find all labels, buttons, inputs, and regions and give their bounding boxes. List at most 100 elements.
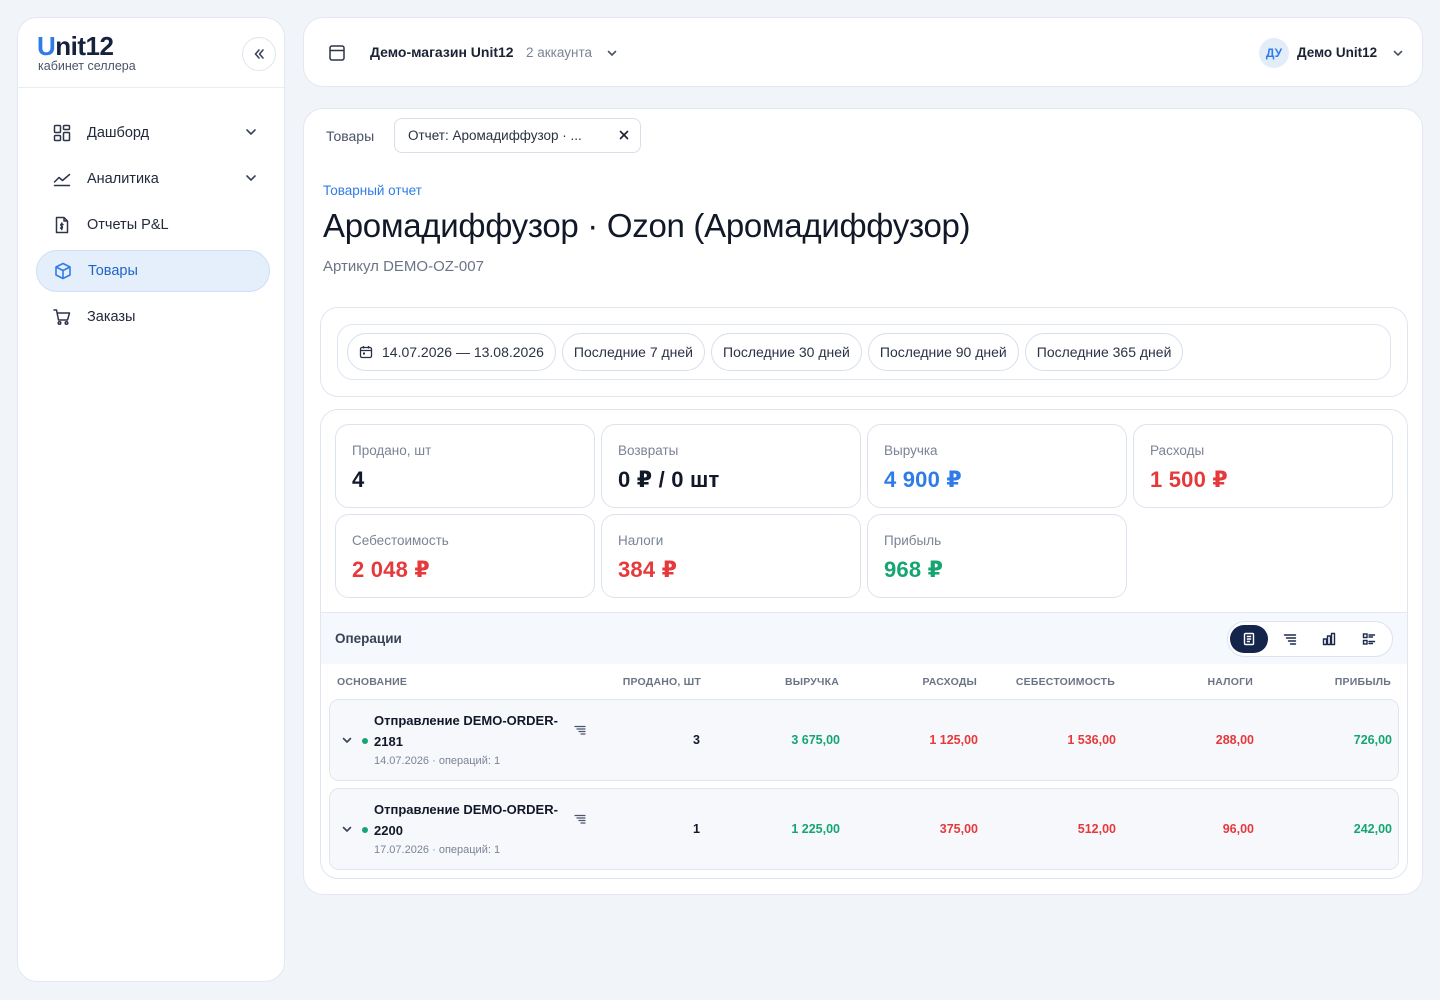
stat-label: Прибыль (884, 533, 942, 548)
cell-expenses: 1 125,00 (929, 733, 978, 747)
cell-profit: 242,00 (1353, 822, 1392, 836)
cell-cost: 512,00 (1077, 822, 1116, 836)
cell-revenue: 1 225,00 (791, 822, 840, 836)
avatar[interactable]: ДУ (1259, 38, 1289, 68)
shop-selector[interactable]: Демо-магазин Unit12 (370, 44, 514, 60)
stat-taxes: Налоги 384 ₽ (601, 514, 861, 598)
bar-chart-icon (1322, 632, 1336, 646)
stats-card: Продано, шт 4 Возвраты 0 ₽ / 0 шт Выручк… (320, 409, 1408, 879)
date-range-picker[interactable]: 14.07.2026 — 13.08.2026 (347, 333, 556, 371)
box-icon (53, 261, 73, 281)
stat-value: 1 500 ₽ (1150, 467, 1228, 492)
brand: Unit12 кабинет селлера (18, 18, 284, 88)
breadcrumb[interactable]: Товарный отчет (323, 183, 422, 198)
row-meta: 17.07.2026 · операций: 1 (374, 844, 501, 856)
column-revenue[interactable]: Выручка (785, 676, 839, 688)
report-icon (52, 215, 72, 235)
tab-label: Отчет: Аромадиффузор · ... (408, 128, 582, 143)
stat-returns: Возвраты 0 ₽ / 0 шт (601, 424, 861, 508)
sidebar-item-label: Отчеты P&L (87, 217, 169, 233)
status-dot (362, 738, 368, 744)
product-sku: Артикул DEMO-OZ-007 (323, 258, 484, 275)
cell-profit: 726,00 (1353, 733, 1392, 747)
logo[interactable]: Unit12 (37, 32, 114, 60)
column-basis[interactable]: Основание (337, 676, 407, 688)
date-filters-bar: 14.07.2026 — 13.08.2026 Последние 7 дней… (337, 324, 1391, 380)
chevron-down-icon[interactable] (606, 47, 618, 59)
chevron-down-icon[interactable] (1392, 47, 1404, 59)
stat-value: 4 (352, 467, 365, 492)
operations-title: Операции (335, 631, 402, 646)
view-chart-button[interactable] (1310, 625, 1348, 653)
stat-label: Налоги (618, 533, 664, 548)
stat-label: Продано, шт (352, 443, 432, 458)
stat-value: 2 048 ₽ (352, 557, 430, 582)
cell-revenue: 3 675,00 (791, 733, 840, 747)
status-dot (362, 827, 368, 833)
table-row[interactable]: Отправление DEMO-ORDER-2200 17.07.2026 ·… (329, 788, 1399, 870)
row-title: Отправление DEMO-ORDER-2200 (374, 802, 558, 838)
stat-value: 4 900 ₽ (884, 467, 962, 492)
accounts-count[interactable]: 2 аккаунта (526, 45, 592, 60)
chevron-down-icon (244, 125, 258, 139)
chevron-down-icon[interactable] (341, 823, 353, 835)
stat-value: 384 ₽ (618, 557, 678, 582)
view-checklist-button[interactable] (1350, 625, 1388, 653)
sidebar-item-products[interactable]: Товары (36, 250, 270, 292)
stat-revenue: Выручка 4 900 ₽ (867, 424, 1127, 508)
column-expenses[interactable]: Расходы (922, 676, 977, 688)
sidebar-nav: Дашборд Аналитика Отчеты P&L Товары Зака… (36, 112, 270, 342)
list-tree-icon (1283, 634, 1297, 645)
sidebar-item-dashboard[interactable]: Дашборд (36, 112, 270, 154)
view-tree-button[interactable] (1271, 625, 1309, 653)
stat-label: Себестоимость (352, 533, 449, 548)
tab-product-report[interactable]: Отчет: Аромадиффузор · ... (394, 118, 641, 153)
cell-expenses: 375,00 (939, 822, 978, 836)
table-row[interactable]: Отправление DEMO-ORDER-2181 14.07.2026 ·… (329, 699, 1399, 781)
details-list-icon[interactable] (574, 813, 586, 825)
main-content: Товары Отчет: Аромадиффузор · ... Товарн… (303, 108, 1423, 895)
logo-subtitle: кабинет селлера (38, 59, 136, 73)
sidebar-item-orders[interactable]: Заказы (36, 296, 270, 338)
stat-label: Расходы (1150, 443, 1205, 458)
column-profit[interactable]: Прибыль (1335, 676, 1391, 688)
chevron-down-icon[interactable] (341, 734, 353, 746)
close-icon[interactable] (618, 129, 630, 141)
cart-icon (52, 307, 72, 327)
stat-cost: Себестоимость 2 048 ₽ (335, 514, 595, 598)
stat-profit: Прибыль 968 ₽ (867, 514, 1127, 598)
tab-products[interactable]: Товары (326, 128, 374, 144)
operations-header: Операции (321, 612, 1407, 664)
view-document-button[interactable] (1230, 625, 1268, 653)
page-title: Аромадиффузор · Ozon (Аромадиффузор) (323, 207, 971, 244)
column-cost[interactable]: Себестоимость (1016, 676, 1115, 688)
stat-label: Выручка (884, 443, 938, 458)
sidebar-item-label: Заказы (87, 309, 136, 325)
stat-label: Возвраты (618, 443, 679, 458)
sidebar-item-pl-reports[interactable]: Отчеты P&L (36, 204, 270, 246)
date-range-label: 14.07.2026 — 13.08.2026 (382, 344, 544, 360)
column-taxes[interactable]: Налоги (1207, 676, 1253, 688)
double-chevron-left-icon (254, 49, 264, 59)
sidebar-item-label: Дашборд (87, 125, 150, 141)
preset-90-days[interactable]: Последние 90 дней (867, 333, 1019, 371)
stat-sold: Продано, шт 4 (335, 424, 595, 508)
dashboard-icon (52, 123, 72, 143)
stat-expenses: Расходы 1 500 ₽ (1133, 424, 1393, 508)
column-sold[interactable]: Продано, шт (623, 676, 701, 688)
calendar-icon (359, 345, 373, 359)
row-title: Отправление DEMO-ORDER-2181 (374, 713, 558, 749)
preset-30-days[interactable]: Последние 30 дней (711, 333, 862, 371)
user-menu[interactable]: Демо Unit12 (1297, 45, 1377, 60)
collapse-sidebar-button[interactable] (242, 37, 276, 71)
cell-taxes: 288,00 (1215, 733, 1254, 747)
sidebar-item-analytics[interactable]: Аналитика (36, 158, 270, 200)
preset-365-days[interactable]: Последние 365 дней (1024, 333, 1184, 371)
details-list-icon[interactable] (574, 724, 586, 736)
cell-cost: 1 536,00 (1067, 733, 1116, 747)
top-bar: Демо-магазин Unit12 2 аккаунта ДУ Демо U… (303, 17, 1423, 87)
view-toggle (1227, 621, 1393, 657)
preset-7-days[interactable]: Последние 7 дней (561, 333, 705, 371)
row-meta: 14.07.2026 · операций: 1 (374, 755, 501, 767)
sidebar-item-label: Аналитика (87, 171, 159, 187)
